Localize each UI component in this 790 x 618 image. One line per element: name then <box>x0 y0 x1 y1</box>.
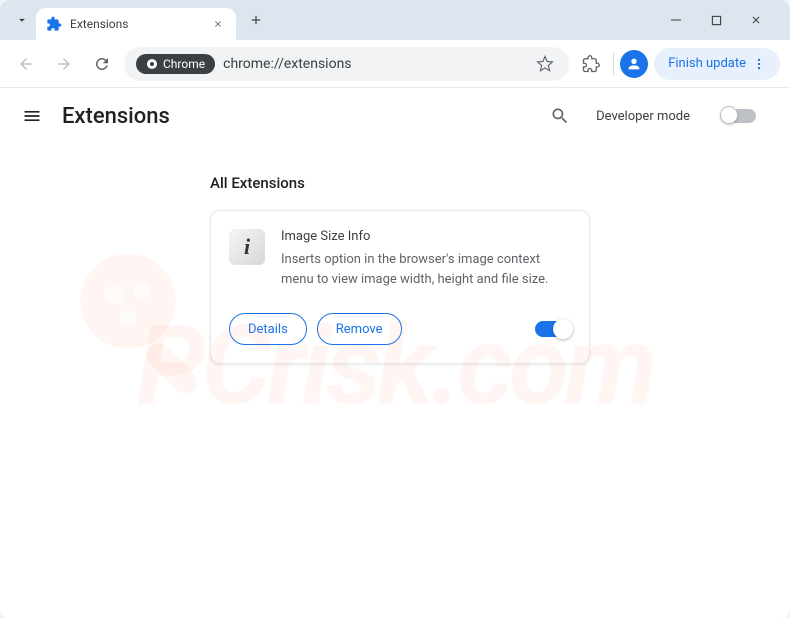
profile-avatar[interactable] <box>620 50 648 78</box>
extension-card: i Image Size Info Inserts option in the … <box>210 210 590 364</box>
close-tab-icon[interactable] <box>210 16 226 32</box>
section-title: All Extensions <box>210 174 790 192</box>
new-tab-button[interactable] <box>242 6 270 34</box>
extension-card-top: i Image Size Info Inserts option in the … <box>229 229 571 289</box>
extension-name: Image Size Info <box>281 229 571 244</box>
chrome-chip: Chrome <box>136 54 215 74</box>
maximize-button[interactable] <box>702 6 730 34</box>
toggle-knob <box>553 319 573 339</box>
details-button[interactable]: Details <box>229 313 307 345</box>
content-area: All Extensions i Image Size Info Inserts… <box>0 144 790 364</box>
extension-app-icon: i <box>229 229 265 265</box>
forward-button[interactable] <box>48 48 80 80</box>
titlebar: Extensions <box>0 0 790 40</box>
browser-window: Extensions <box>0 0 790 618</box>
hamburger-menu-icon[interactable] <box>20 104 44 128</box>
back-button[interactable] <box>10 48 42 80</box>
developer-mode-label: Developer mode <box>596 109 690 124</box>
window-controls <box>662 6 782 34</box>
tab-search-dropdown[interactable] <box>8 6 36 34</box>
bookmark-star-icon[interactable] <box>533 52 557 76</box>
address-bar[interactable]: Chrome chrome://extensions <box>124 47 569 81</box>
url-text: chrome://extensions <box>223 56 525 72</box>
divider <box>613 52 614 76</box>
extension-enable-toggle[interactable] <box>535 321 571 337</box>
developer-mode-toggle[interactable] <box>722 109 756 123</box>
extension-puzzle-icon <box>46 16 62 32</box>
search-icon[interactable] <box>542 98 578 134</box>
minimize-button[interactable] <box>662 6 690 34</box>
finish-update-label: Finish update <box>668 56 746 71</box>
extension-info: Image Size Info Inserts option in the br… <box>281 229 571 289</box>
browser-toolbar: Chrome chrome://extensions Finish update <box>0 40 790 88</box>
browser-tab[interactable]: Extensions <box>36 8 236 40</box>
extension-description: Inserts option in the browser's image co… <box>281 250 571 289</box>
finish-update-button[interactable]: Finish update <box>654 48 780 80</box>
reload-button[interactable] <box>86 48 118 80</box>
page-header: Extensions Developer mode <box>0 88 790 144</box>
extensions-page: PCrisk.com Extensions Developer mode All… <box>0 88 790 618</box>
extensions-icon[interactable] <box>575 48 607 80</box>
tab-title: Extensions <box>70 17 202 31</box>
extension-card-actions: Details Remove <box>229 313 571 345</box>
page-title: Extensions <box>62 104 524 129</box>
close-window-button[interactable] <box>742 6 770 34</box>
toggle-knob <box>720 106 738 124</box>
remove-button[interactable]: Remove <box>317 313 402 345</box>
chip-label: Chrome <box>163 57 205 71</box>
